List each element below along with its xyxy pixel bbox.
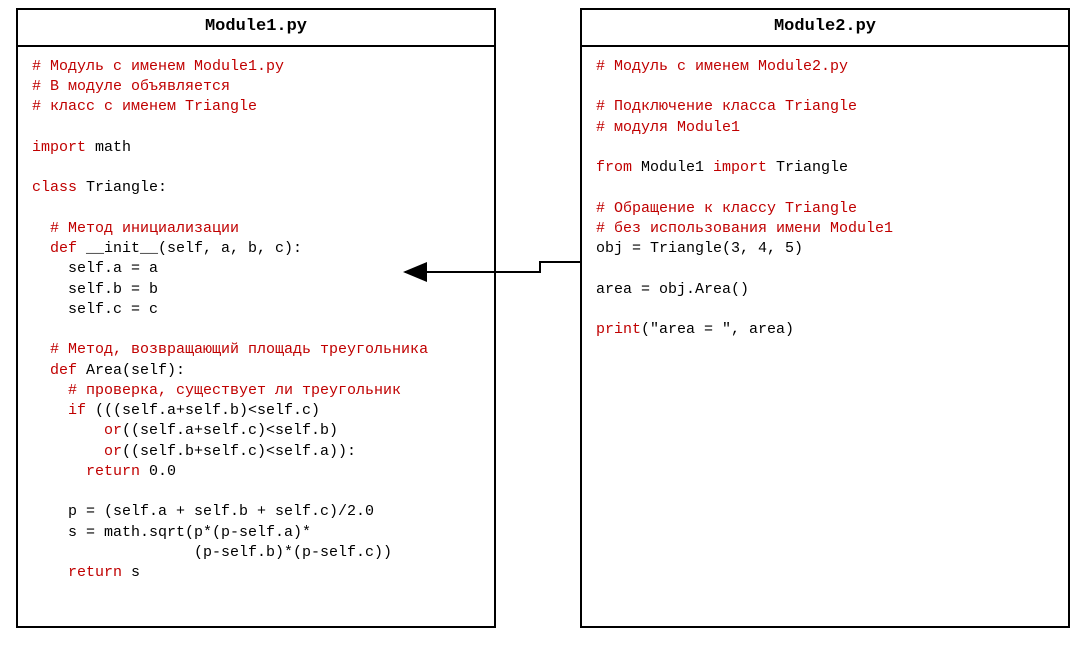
code-text: 0.0 — [140, 463, 176, 480]
code-comment: # Метод инициализации — [32, 220, 239, 237]
code-text: Area(self): — [77, 362, 185, 379]
module1-box: Module1.py # Модуль с именем Module1.py … — [16, 8, 496, 628]
code-text: ((self.a+self.c)<self.b) — [122, 422, 338, 439]
code-text: self.b = b — [32, 281, 158, 298]
code-text: Triangle — [767, 159, 848, 176]
code-text: area = obj.Area() — [596, 281, 749, 298]
code-comment: # без использования имени Module1 — [596, 220, 893, 237]
module2-code: # Модуль с именем Module2.py # Подключен… — [582, 47, 1068, 351]
code-text: (((self.a+self.b)<self.c) — [86, 402, 320, 419]
code-text: self.a = a — [32, 260, 158, 277]
code-comment: # Подключение класса Triangle — [596, 98, 857, 115]
keyword-class: class — [32, 179, 77, 196]
keyword-from: from — [596, 159, 632, 176]
keyword-if: if — [32, 402, 86, 419]
keyword-import: import — [713, 159, 767, 176]
keyword-print: print — [596, 321, 641, 338]
keyword-return: return — [32, 463, 140, 480]
code-text: self.c = c — [32, 301, 158, 318]
code-text: obj = Triangle(3, 4, 5) — [596, 240, 803, 257]
module1-title: Module1.py — [18, 10, 494, 47]
diagram-canvas: Module1.py # Модуль с именем Module1.py … — [0, 0, 1084, 645]
keyword-or: or — [32, 422, 122, 439]
code-comment: # Метод, возвращающий площадь треугольни… — [32, 341, 428, 358]
code-comment: # класс с именем Triangle — [32, 98, 257, 115]
code-comment: # Обращение к классу Triangle — [596, 200, 857, 217]
code-text: Module1 — [632, 159, 713, 176]
code-text: s = math.sqrt(p*(p-self.a)* — [32, 524, 311, 541]
code-text: s — [122, 564, 140, 581]
keyword-import: import — [32, 139, 86, 156]
code-text: ((self.b+self.c)<self.a)): — [122, 443, 356, 460]
code-text: p = (self.a + self.b + self.c)/2.0 — [32, 503, 374, 520]
keyword-def: def — [32, 240, 77, 257]
keyword-def: def — [32, 362, 77, 379]
code-comment: # проверка, существует ли треугольник — [32, 382, 401, 399]
module2-title: Module2.py — [582, 10, 1068, 47]
code-text: math — [86, 139, 131, 156]
code-text: Triangle: — [77, 179, 167, 196]
code-text: ("area = ", area) — [641, 321, 794, 338]
code-text: (p-self.b)*(p-self.c)) — [32, 544, 392, 561]
module1-code: # Модуль с именем Module1.py # В модуле … — [18, 47, 494, 594]
code-comment: # В модуле объявляется — [32, 78, 230, 95]
code-text: __init__(self, a, b, c): — [77, 240, 302, 257]
keyword-return: return — [32, 564, 122, 581]
code-comment: # Модуль с именем Module2.py — [596, 58, 848, 75]
keyword-or: or — [32, 443, 122, 460]
module2-box: Module2.py # Модуль с именем Module2.py … — [580, 8, 1070, 628]
code-comment: # модуля Module1 — [596, 119, 740, 136]
code-comment: # Модуль с именем Module1.py — [32, 58, 284, 75]
